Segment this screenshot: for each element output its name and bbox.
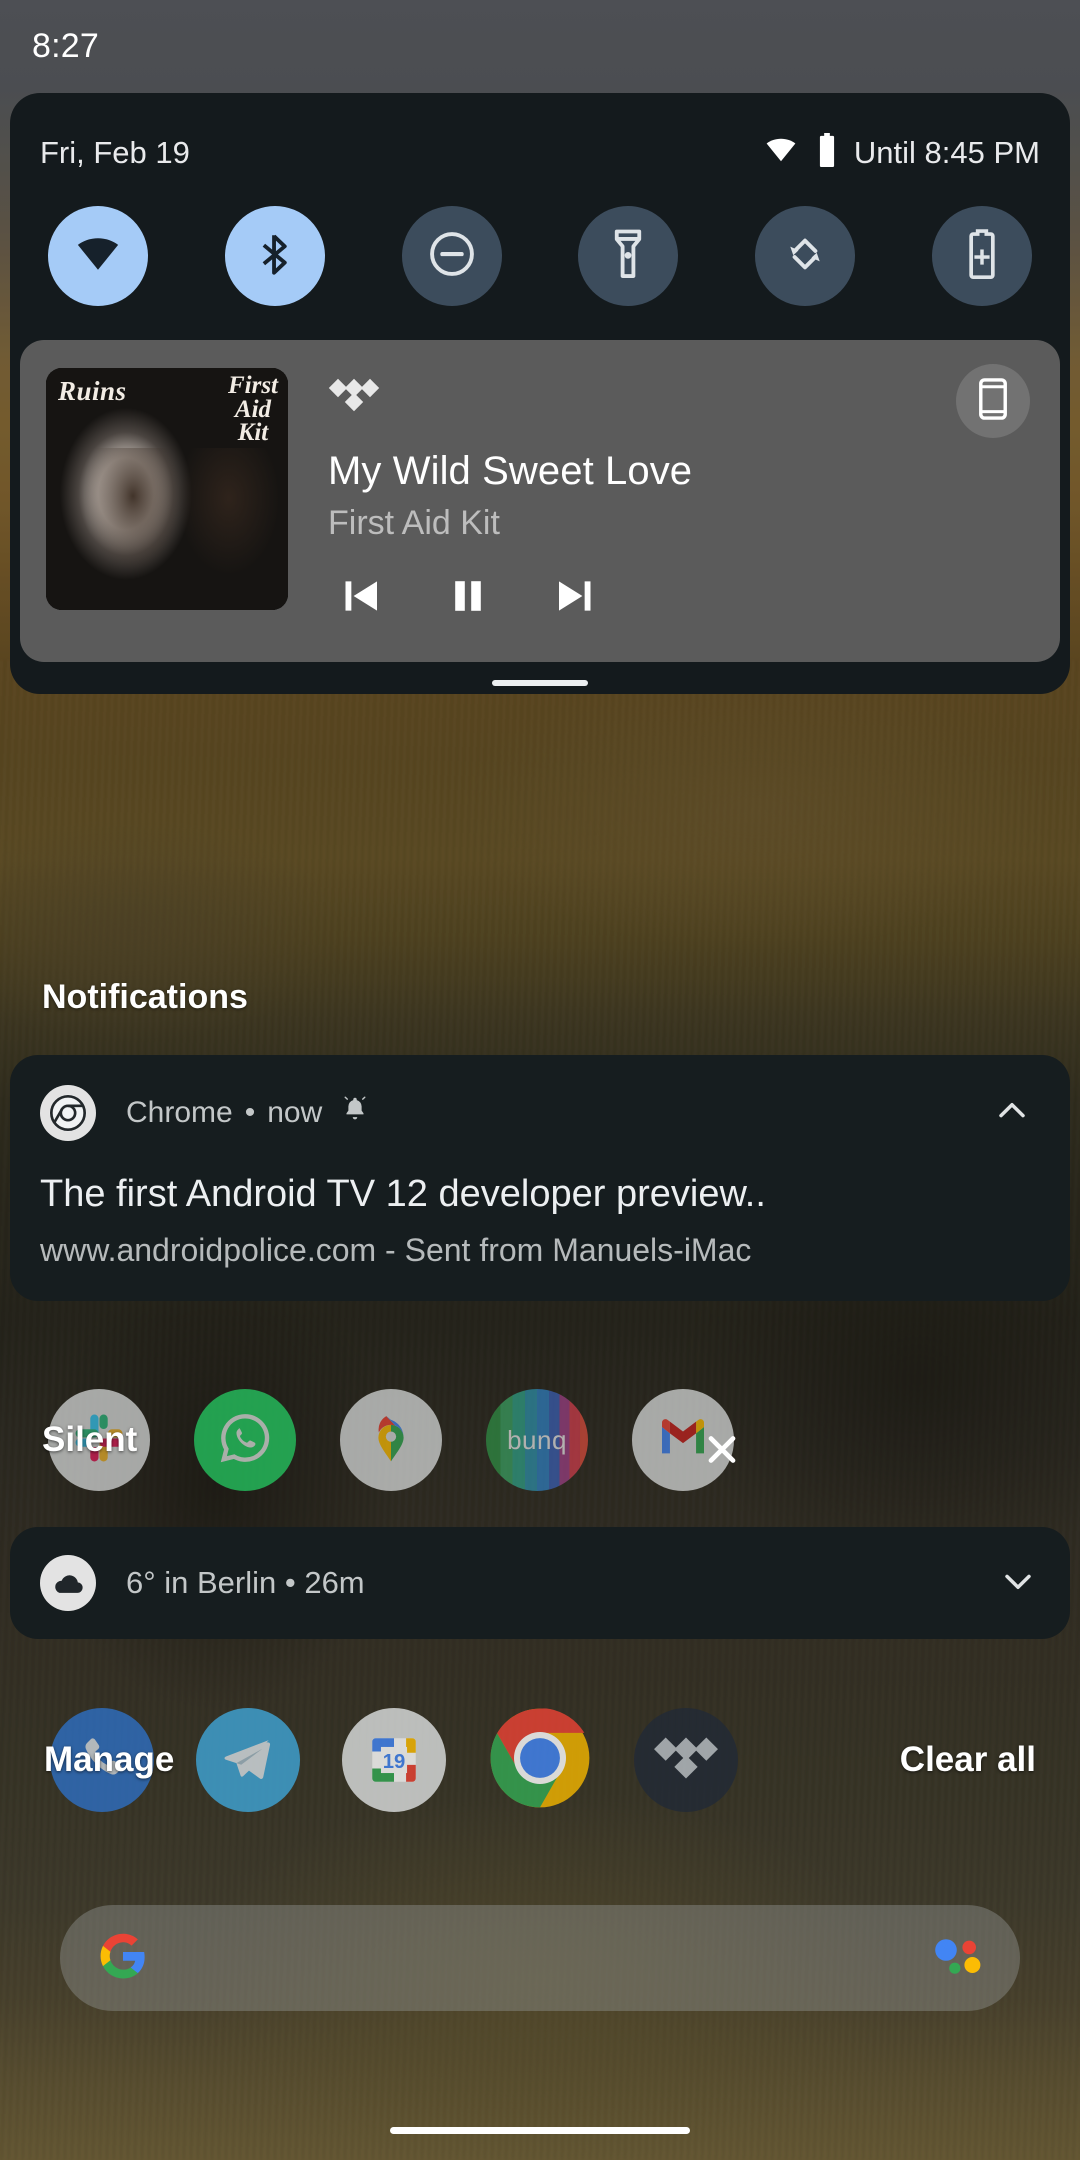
tidal-logo-icon: [328, 378, 1034, 417]
skip-previous-icon[interactable]: [332, 569, 386, 628]
manage-button[interactable]: Manage: [44, 1740, 174, 1780]
dnd-minus-icon: [426, 228, 478, 285]
wifi-icon: [71, 233, 125, 280]
google-assistant-icon[interactable]: [932, 1935, 984, 1982]
clear-all-button[interactable]: Clear all: [900, 1740, 1036, 1780]
telegram-icon: [219, 1729, 277, 1792]
dock-app-telegram[interactable]: [196, 1708, 300, 1812]
media-output-device-button[interactable]: [956, 364, 1030, 438]
qs-status-icons: Until 8:45 PM: [762, 133, 1040, 172]
svg-text:19: 19: [383, 1751, 406, 1773]
qs-tile-wifi[interactable]: [48, 206, 148, 306]
close-x-icon[interactable]: [700, 1428, 744, 1477]
bluetooth-icon: [252, 228, 298, 285]
notification-chrome[interactable]: Chrome • now The first Android TV 12 dev…: [10, 1055, 1070, 1301]
chrome-icon: [40, 1085, 96, 1141]
notification-title: The first Android TV 12 developer previe…: [40, 1173, 1040, 1216]
chevron-up-icon[interactable]: [990, 1089, 1040, 1138]
qs-tile-auto-rotate[interactable]: [755, 206, 855, 306]
google-maps-icon: [363, 1410, 419, 1471]
notification-separator: •: [245, 1096, 256, 1130]
album-art-detail-right: [179, 448, 279, 574]
battery-plus-icon: [965, 228, 999, 285]
qs-tile-do-not-disturb[interactable]: [402, 206, 502, 306]
notification-header: Chrome • now: [40, 1085, 1040, 1141]
media-song-title: My Wild Sweet Love: [328, 449, 1034, 494]
navigation-gesture-pill[interactable]: [390, 2127, 690, 2134]
dnd-status-text: Until 8:45 PM: [854, 135, 1040, 171]
quick-settings-header: Fri, Feb 19 Until 8:45 PM: [10, 93, 1070, 172]
silent-notifications-row: Silent: [10, 1382, 1070, 1498]
status-bar-clock: 8:27: [32, 27, 99, 66]
qs-tile-bluetooth[interactable]: [225, 206, 325, 306]
notification-subtitle: www.androidpolice.com - Sent from Manuel…: [40, 1232, 1040, 1269]
chevron-down-icon[interactable]: [996, 1559, 1040, 1608]
notification-weather[interactable]: 6° in Berlin • 26m: [10, 1527, 1070, 1639]
media-artist: First Aid Kit: [328, 504, 1034, 543]
google-search-bar[interactable]: [60, 1905, 1020, 2011]
album-title-right: FirstAidKit: [228, 374, 278, 445]
status-bar: 8:27: [0, 0, 1080, 92]
media-player[interactable]: Ruins FirstAidKit My Wild Sweet Love: [20, 340, 1060, 662]
album-art[interactable]: Ruins FirstAidKit: [46, 368, 288, 610]
dock-app-chrome[interactable]: [488, 1708, 592, 1812]
notification-app-name: Chrome: [126, 1096, 233, 1130]
qs-tile-battery-saver[interactable]: [932, 206, 1032, 306]
shade-footer-row: Manage: [0, 1660, 1080, 1860]
tidal-icon: [653, 1734, 719, 1787]
media-controls: [328, 569, 1034, 628]
chrome-icon: [488, 1708, 592, 1812]
weather-text: 6° in Berlin • 26m: [126, 1565, 365, 1601]
cloud-icon: [40, 1555, 96, 1611]
quick-settings-tiles: [10, 172, 1070, 306]
notification-time: now: [267, 1096, 322, 1130]
notifications-section-label: Notifications: [42, 978, 248, 1017]
silent-app-maps[interactable]: [340, 1389, 442, 1491]
phone-speaker-icon: [977, 378, 1009, 425]
skip-next-icon[interactable]: [550, 569, 604, 628]
battery-icon: [816, 133, 838, 172]
qs-tile-flashlight[interactable]: [578, 206, 678, 306]
album-title-left: Ruins: [58, 376, 127, 407]
google-g-icon: [96, 1929, 150, 1988]
rotate-icon: [779, 228, 831, 285]
bell-ringing-icon: [340, 1094, 370, 1132]
album-art-detail-left: [85, 448, 181, 568]
whatsapp-icon: [214, 1407, 276, 1474]
media-info: My Wild Sweet Love First Aid Kit: [288, 368, 1034, 628]
bunq-label: bunq: [507, 1425, 567, 1456]
qs-date: Fri, Feb 19: [40, 135, 190, 171]
pause-icon[interactable]: [444, 569, 492, 628]
wifi-icon: [762, 135, 800, 170]
silent-label: Silent: [42, 1420, 137, 1460]
dock-app-tidal[interactable]: [634, 1708, 738, 1812]
silent-app-bunq[interactable]: bunq: [486, 1389, 588, 1491]
android-notification-shade: 8:27 Fri, Feb 19 Until 8:45 PM: [0, 0, 1080, 2160]
quick-settings-panel: Fri, Feb 19 Until 8:45 PM: [10, 93, 1070, 694]
calendar-icon: 19: [365, 1731, 423, 1789]
silent-app-whatsapp[interactable]: [194, 1389, 296, 1491]
dock-app-calendar[interactable]: 19: [342, 1708, 446, 1812]
shade-drag-handle[interactable]: [492, 680, 588, 686]
notification-meta: Chrome • now: [126, 1094, 370, 1132]
flashlight-icon: [608, 227, 648, 286]
